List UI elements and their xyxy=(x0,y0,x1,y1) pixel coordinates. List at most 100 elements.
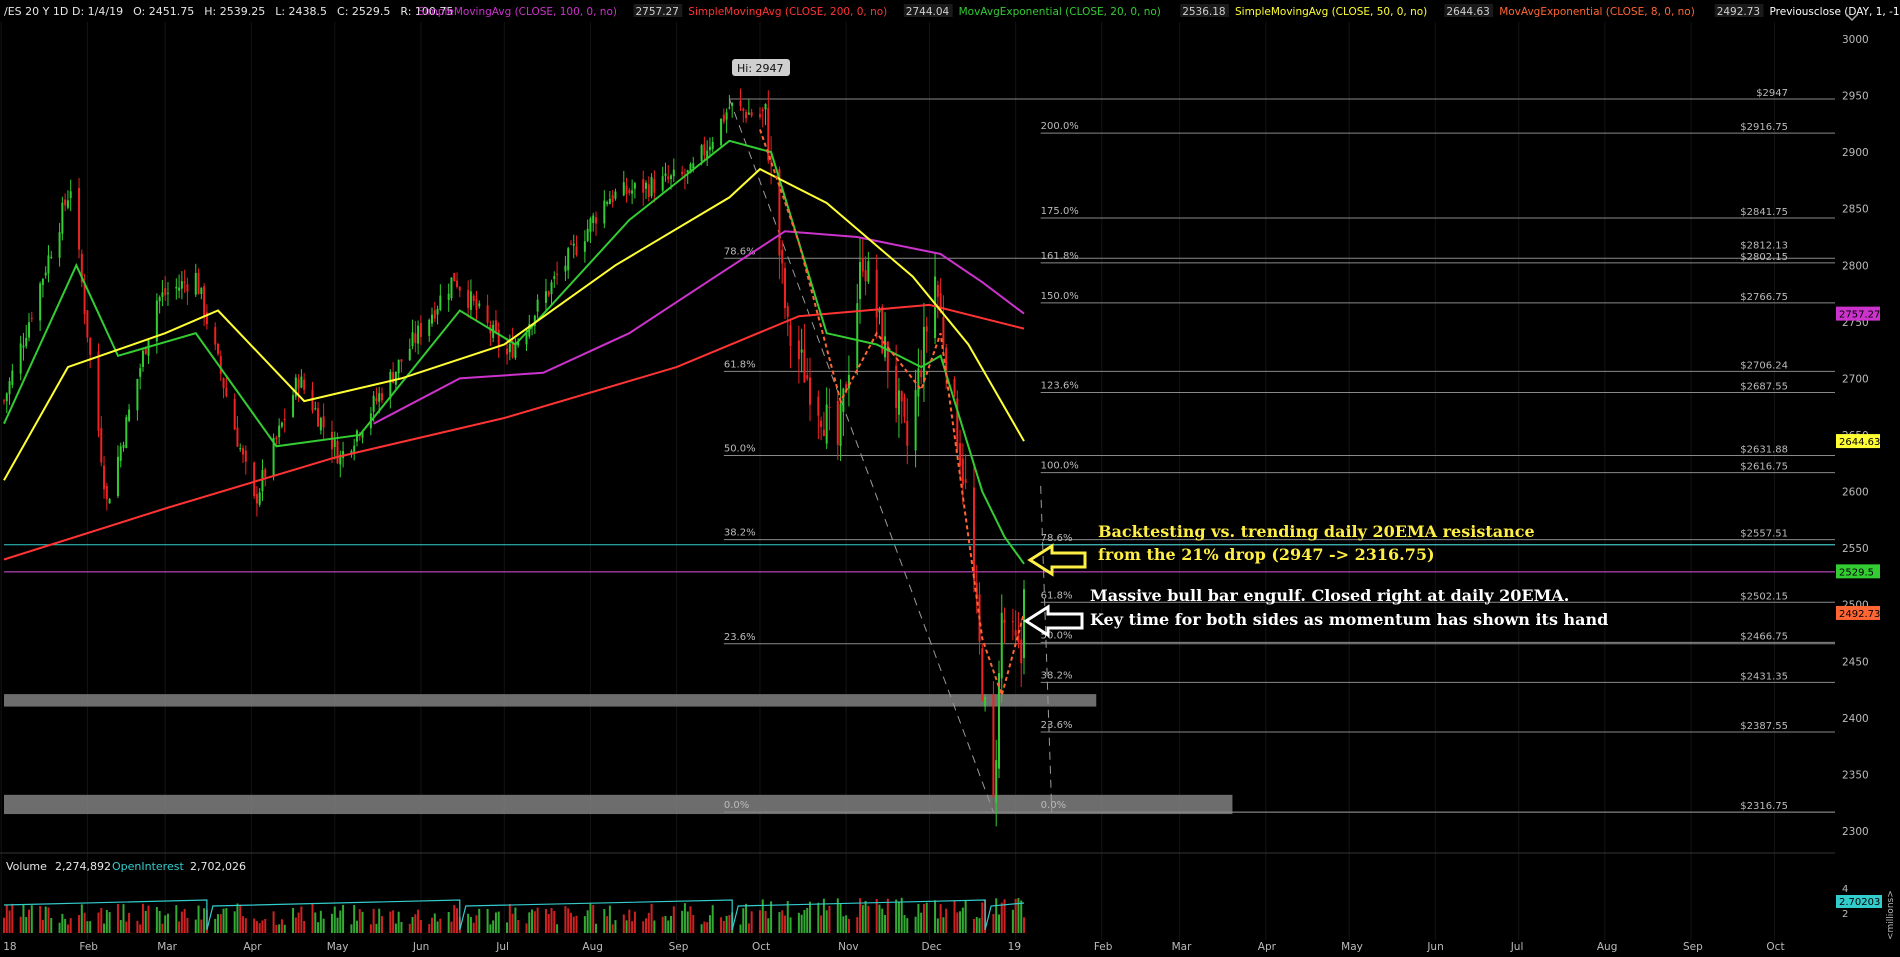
y-tick-label: 2800 xyxy=(1842,260,1869,272)
candle-body xyxy=(859,262,862,300)
candle-body xyxy=(30,317,33,319)
volume-bar xyxy=(164,915,167,933)
volume-bar xyxy=(686,911,689,933)
fib-price-label: $2631.88 xyxy=(1740,445,1788,456)
candle-body xyxy=(764,103,767,110)
volume-bar xyxy=(728,915,731,933)
y-tick-label: 2850 xyxy=(1842,204,1869,216)
study-label-3[interactable]: SimpleMovingAvg (CLOSE, 50, 0, no) xyxy=(1235,6,1427,18)
candle-body xyxy=(672,169,675,177)
volume-value: 2,274,892 xyxy=(55,860,111,873)
study-value-1: 2744.04 xyxy=(906,6,950,18)
volume-bar xyxy=(178,921,181,933)
volume-bar xyxy=(278,924,281,933)
candle-body xyxy=(711,141,714,149)
fib-price-label: $2502.15 xyxy=(1740,591,1788,602)
volume-bar xyxy=(536,907,539,933)
close-value: C: 2529.5 xyxy=(337,5,390,18)
candle-body xyxy=(336,440,339,464)
candle-body xyxy=(803,349,806,383)
candle-body xyxy=(508,343,511,353)
volume-bar xyxy=(447,912,450,933)
volume-bar xyxy=(608,905,611,933)
candle-body xyxy=(5,393,8,402)
candle-body xyxy=(297,378,300,389)
volume-bar xyxy=(380,916,383,933)
volume-bar xyxy=(453,905,456,933)
volume-bar xyxy=(583,916,586,933)
volume-bar xyxy=(594,923,597,933)
candle-body xyxy=(217,343,220,354)
volume-bar xyxy=(66,924,69,933)
volume-bar xyxy=(878,904,881,933)
annotation-white: Massive bull bar engulf. Closed right at… xyxy=(1023,586,1608,638)
candle-body xyxy=(472,295,475,302)
symbol-label[interactable]: /ES 20 Y 1D xyxy=(4,5,68,18)
candle-body xyxy=(828,406,831,408)
candle-body xyxy=(614,191,617,199)
candle-body xyxy=(105,485,108,500)
volume-bar xyxy=(408,923,411,933)
volume-bar xyxy=(722,920,725,933)
volume-bar xyxy=(572,916,575,933)
candle-body xyxy=(61,202,64,234)
volume-bar xyxy=(86,921,89,933)
candle-body xyxy=(141,350,144,367)
volume-bar xyxy=(1020,900,1023,933)
study-label-4[interactable]: MovAvgExponential (CLOSE, 8, 0, no) xyxy=(1499,6,1695,18)
volume-bar xyxy=(820,915,823,933)
study-label-0[interactable]: SimpleMovingAvg (CLOSE, 100, 0, no) xyxy=(418,6,617,18)
candle-body xyxy=(920,370,923,378)
candle-body xyxy=(158,296,161,302)
volume-bar xyxy=(372,908,375,933)
candle-body xyxy=(378,393,381,402)
candle-body xyxy=(97,351,100,431)
volume-bar xyxy=(575,915,578,933)
volume-bar xyxy=(681,910,684,933)
volume-bar xyxy=(397,911,400,933)
volume-bar xyxy=(322,918,325,933)
candle-body xyxy=(66,200,69,208)
volume-bar xyxy=(856,917,859,933)
candle-body xyxy=(536,299,539,312)
fib-price-label: $2466.75 xyxy=(1740,631,1788,642)
candle-body xyxy=(166,292,169,294)
volume-bar xyxy=(642,921,645,933)
candle-body xyxy=(478,303,481,307)
volume-bar xyxy=(428,923,431,933)
volume-bar xyxy=(436,921,439,933)
volume-bar xyxy=(472,922,475,933)
volume-bar xyxy=(689,906,692,933)
volume-bar xyxy=(358,909,361,933)
candle-body xyxy=(611,194,614,203)
volume-bar xyxy=(936,918,939,933)
volume-bar xyxy=(670,915,673,933)
fib-left-label: 23.6% xyxy=(724,632,756,643)
candle-body xyxy=(3,400,5,402)
study-label-1[interactable]: SimpleMovingAvg (CLOSE, 200, 0, no) xyxy=(688,6,887,18)
candle-body xyxy=(39,283,42,321)
candle-body xyxy=(258,492,261,505)
volume-bar xyxy=(294,917,297,933)
volume-bar xyxy=(547,914,550,933)
candle-body xyxy=(467,289,470,309)
volume-bar xyxy=(139,924,142,933)
support-zone-0 xyxy=(4,694,1097,707)
study-label-5[interactable]: Previousclose (DAY, 1, -1, yes) xyxy=(1770,6,1900,18)
x-tick-label: Apr xyxy=(243,941,262,953)
y-tick-label: 2400 xyxy=(1842,713,1869,725)
volume-bar xyxy=(611,924,614,933)
volume-bar xyxy=(825,910,828,933)
candle-body xyxy=(25,337,28,347)
volume-bar xyxy=(125,921,128,933)
volume-bar xyxy=(355,920,358,933)
candle-body xyxy=(758,114,761,117)
x-tick-label: Oct xyxy=(752,941,770,953)
study-value-4: 2492.73 xyxy=(1717,6,1760,18)
volume-bar xyxy=(725,915,728,933)
candle-body xyxy=(214,327,217,345)
candle-body xyxy=(178,287,181,291)
study-label-2[interactable]: MovAvgExponential (CLOSE, 20, 0, no) xyxy=(959,6,1161,18)
candle-body xyxy=(197,272,200,295)
fib-left-label: 38.2% xyxy=(724,528,756,539)
